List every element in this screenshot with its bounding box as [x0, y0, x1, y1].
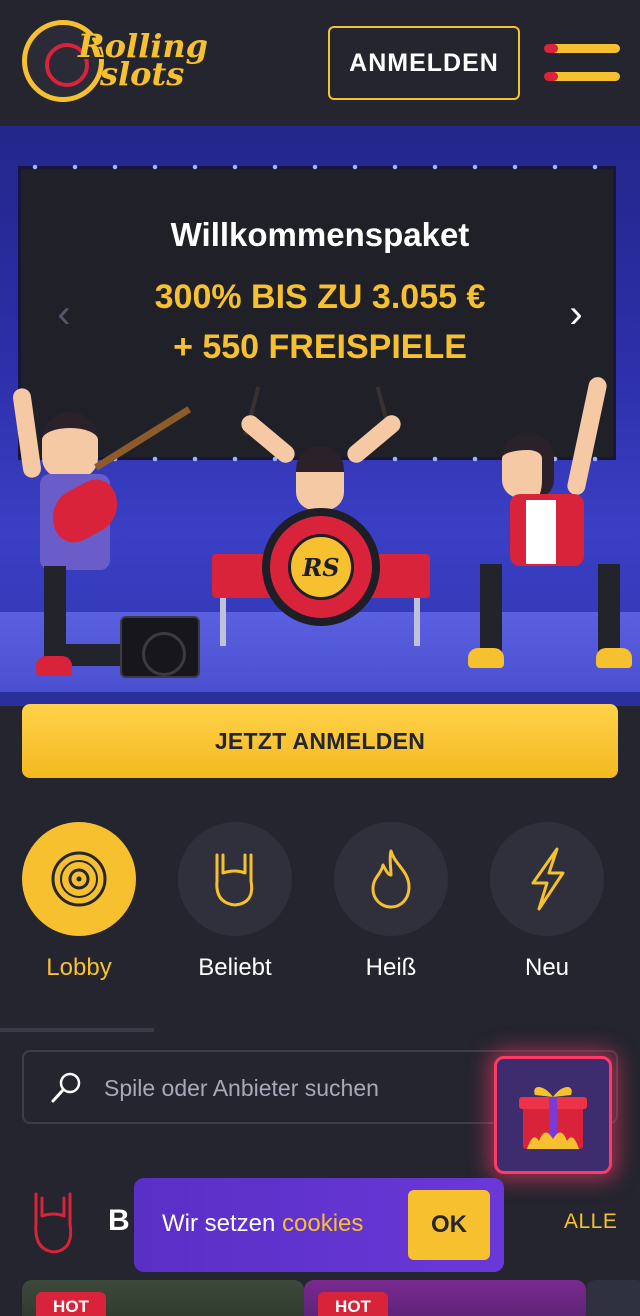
gift-box-icon	[519, 1087, 587, 1149]
category-label: Heiß	[365, 954, 417, 981]
header: Rolling slots ANMELDEN	[0, 0, 640, 126]
category-icon-wrap	[178, 822, 292, 936]
section-title: B	[108, 1204, 130, 1237]
logo-wordmark: Rolling slots	[78, 30, 208, 90]
hot-badge: HOT	[36, 1292, 106, 1316]
flame-icon	[371, 849, 411, 909]
menu-bar	[544, 72, 620, 81]
page: Rolling slots ANMELDEN Willkommenspaket …	[0, 0, 640, 1316]
cookie-text: Wir setzen cookies	[162, 1210, 363, 1238]
category-heiss[interactable]: Heiß	[334, 822, 448, 982]
hot-badge: HOT	[318, 1292, 388, 1316]
vinyl-record-icon	[51, 851, 107, 907]
carousel-next-icon[interactable]: ›	[562, 294, 590, 334]
banner-offer-line1: 300% BIS ZU 3.055 €	[154, 278, 486, 316]
rollingslots-logo[interactable]: Rolling slots	[22, 20, 208, 106]
amplifier-illustration	[120, 616, 200, 678]
category-label: Lobby	[46, 954, 112, 981]
game-tile[interactable]: HOT	[22, 1280, 304, 1316]
singer-shoe-right	[596, 648, 632, 668]
banner-title: Willkommenspaket	[170, 216, 470, 253]
category-beliebt[interactable]: Beliebt	[178, 822, 292, 982]
guitarist-shoe	[36, 656, 72, 676]
game-tile[interactable]	[586, 1280, 640, 1316]
category-icon-wrap	[22, 822, 136, 936]
cookie-ok-button[interactable]: OK	[408, 1190, 490, 1260]
drummer-head	[296, 446, 344, 510]
cookies-link[interactable]: cookies	[282, 1210, 363, 1237]
category-icon-wrap	[334, 822, 448, 936]
lightning-icon	[531, 847, 565, 911]
category-label: Beliebt	[198, 954, 272, 981]
bonus-gift-button[interactable]	[494, 1056, 612, 1174]
login-button[interactable]: ANMELDEN	[328, 26, 520, 100]
category-lobby[interactable]: Lobby	[22, 822, 136, 982]
singer-legs	[480, 564, 620, 658]
search-icon	[51, 1072, 81, 1103]
drum-logo: RS	[288, 534, 354, 600]
show-all-link[interactable]: ALLE	[564, 1210, 617, 1234]
category-label: Neu	[524, 954, 570, 981]
carousel-prev-icon[interactable]: ‹	[50, 294, 78, 334]
singer-head	[502, 432, 554, 498]
scroll-indicator	[0, 1028, 154, 1032]
cookie-banner: Wir setzen cookies OK	[134, 1178, 504, 1272]
stage-lights	[15, 163, 619, 171]
game-tile[interactable]: HOT	[304, 1280, 586, 1316]
welcome-banner[interactable]: Willkommenspaket 300% BIS ZU 3.055 € + 5…	[0, 126, 640, 706]
category-neu[interactable]: Neu	[490, 822, 604, 982]
rock-hand-section-icon	[34, 1192, 73, 1254]
rock-hand-icon	[215, 853, 254, 907]
search-input[interactable]	[104, 1070, 484, 1106]
banner-offer-line2: + 550 FREISPIELE	[173, 328, 467, 366]
hamburger-menu-icon[interactable]	[544, 42, 620, 86]
register-now-button[interactable]: JETZT ANMELDEN	[22, 704, 618, 778]
bass-drum: RS	[262, 508, 380, 626]
category-icon-wrap	[490, 822, 604, 936]
singer-shoe-left	[468, 648, 504, 668]
menu-bar	[544, 44, 620, 53]
singer-shirt	[526, 500, 556, 564]
guitarist-head	[42, 412, 98, 478]
cookie-text-prefix: Wir setzen	[162, 1210, 283, 1237]
